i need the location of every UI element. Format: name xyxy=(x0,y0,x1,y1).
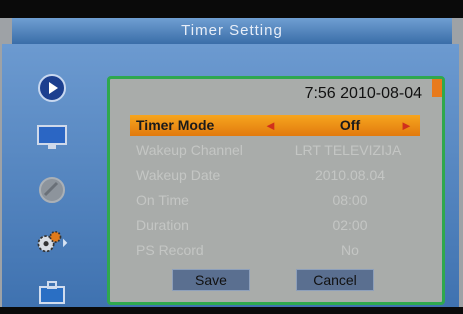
clock: 7:56 2010-08-04 xyxy=(304,85,422,102)
satellite-dish-icon xyxy=(35,173,69,207)
tv-screen: 7:56 2010-08-04 Timer Mode ◄ Off ► Wakeu… xyxy=(0,18,463,307)
on-time-label: On Time xyxy=(136,192,189,208)
settings-gears-icon xyxy=(35,225,69,259)
wakeup-channel-label: Wakeup Channel xyxy=(136,142,243,158)
window-title: Timer Setting xyxy=(12,18,452,44)
sidebar-item-settings[interactable] xyxy=(2,220,102,264)
wakeup-channel-value: LRT TELEVIZIJA xyxy=(294,142,402,158)
duration-value: 02:00 xyxy=(332,217,368,233)
sidebar-item-toolbox[interactable] xyxy=(2,270,102,314)
timer-mode-row[interactable]: Timer Mode ◄ Off ► xyxy=(130,115,420,136)
sidebar-item-monitor[interactable] xyxy=(2,116,102,160)
timer-setting-panel: 7:56 2010-08-04 Timer Mode ◄ Off ► Wakeu… xyxy=(107,76,445,305)
ps-record-value: No xyxy=(341,242,359,258)
ps-record-label: PS Record xyxy=(136,242,204,258)
play-icon xyxy=(35,71,69,105)
duration-row[interactable]: Duration 02:00 xyxy=(130,215,420,236)
ps-record-row[interactable]: PS Record No xyxy=(130,240,420,261)
timer-mode-value: Off xyxy=(339,117,361,133)
scroll-indicator xyxy=(432,79,442,97)
duration-label: Duration xyxy=(136,217,189,233)
wakeup-date-label: Wakeup Date xyxy=(136,167,221,183)
wakeup-date-row[interactable]: Wakeup Date 2010.08.04 xyxy=(130,165,420,186)
on-time-row[interactable]: On Time 08:00 xyxy=(130,190,420,211)
sidebar-item-play[interactable] xyxy=(2,66,102,110)
on-time-value: 08:00 xyxy=(332,192,368,208)
wakeup-channel-row[interactable]: Wakeup Channel LRT TELEVIZIJA xyxy=(130,140,420,161)
right-arrow-icon[interactable]: ► xyxy=(400,115,413,136)
wakeup-date-value: 2010.08.04 xyxy=(314,167,386,183)
sidebar-item-satellite[interactable] xyxy=(2,168,102,212)
timer-mode-label: Timer Mode xyxy=(136,117,215,133)
monitor-icon xyxy=(35,121,69,155)
menu-frame: 7:56 2010-08-04 Timer Mode ◄ Off ► Wakeu… xyxy=(2,44,459,307)
sidebar xyxy=(2,44,102,307)
cancel-button[interactable]: Cancel xyxy=(296,269,374,291)
toolbox-icon xyxy=(35,275,69,309)
save-button[interactable]: Save xyxy=(172,269,250,291)
left-arrow-icon[interactable]: ◄ xyxy=(264,115,277,136)
